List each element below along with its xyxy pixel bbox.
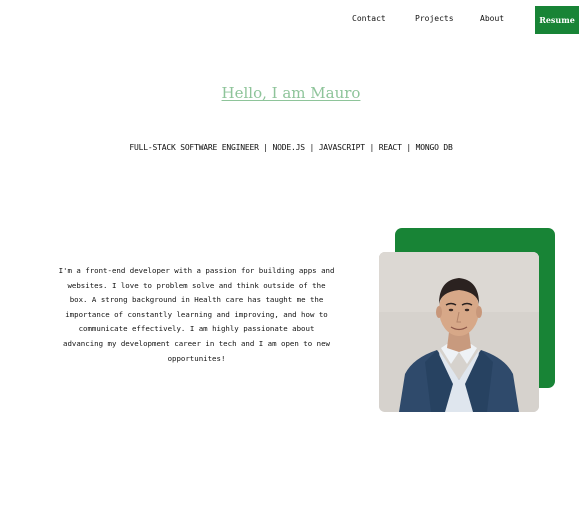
nav-link-projects[interactable]: Projects xyxy=(415,14,454,23)
hero-subtitle: FULL-STACK SOFTWARE ENGINEER | NODE.JS |… xyxy=(129,143,453,152)
about-bio: I'm a front-end developer with a passion… xyxy=(58,266,335,363)
portrait-image xyxy=(379,252,539,412)
page: Contact Projects About Resume Hello, I a… xyxy=(0,0,579,514)
resume-button[interactable]: Resume xyxy=(535,6,579,34)
nav-link-contact[interactable]: Contact xyxy=(352,14,386,23)
nav-link-about[interactable]: About xyxy=(480,14,504,23)
hero-title: Hello, I am Mauro xyxy=(221,84,361,102)
profile-photo xyxy=(379,252,539,412)
